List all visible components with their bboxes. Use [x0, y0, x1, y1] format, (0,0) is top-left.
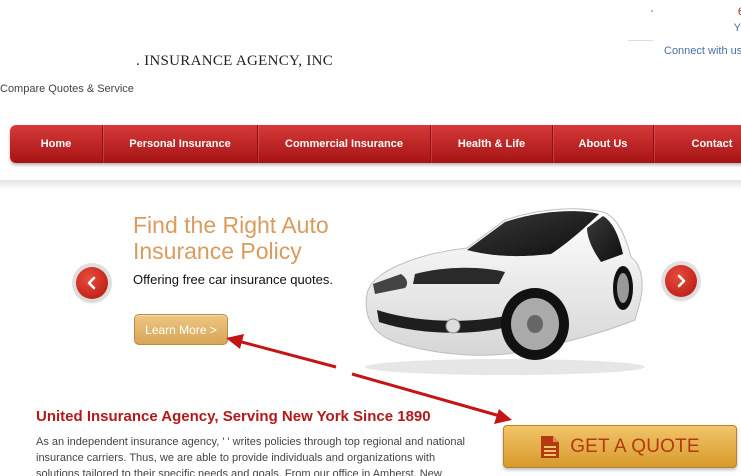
hero-headline-line2: Insurance Policy — [133, 238, 302, 264]
annotation-arrow-learn-more — [237, 339, 337, 369]
nav-health-life[interactable]: Health & Life — [431, 125, 553, 163]
hero-headline: Find the Right Auto Insurance Policy — [133, 212, 329, 264]
chevron-left-icon — [87, 276, 96, 290]
page: ' 6 Y Connect with us . INSURANCE AGENCY… — [0, 0, 741, 476]
get-a-quote-label: GET A QUOTE — [570, 435, 700, 457]
tagline: Compare Quotes & Service — [0, 83, 134, 95]
hero-top-shadow — [0, 180, 741, 190]
connect-link[interactable]: Connect with us — [664, 45, 741, 57]
nav-about-us[interactable]: About Us — [553, 125, 654, 163]
slider-next-button[interactable] — [665, 265, 697, 297]
section-title: United Insurance Agency, Serving New Yor… — [36, 408, 431, 425]
nav-commercial-insurance[interactable]: Commercial Insurance — [258, 125, 431, 163]
car-image — [365, 208, 645, 375]
learn-more-button[interactable]: Learn More > — [134, 314, 228, 345]
slider-prev-button[interactable] — [76, 267, 108, 299]
main-nav: Home Personal Insurance Commercial Insur… — [10, 125, 741, 163]
hero-headline-line1: Find the Right Auto — [133, 212, 329, 238]
intro-paragraph: As an independent insurance agency, ' ' … — [36, 436, 465, 476]
annotation-arrowhead-left — [226, 334, 244, 349]
agency-name: . INSURANCE AGENCY, INC — [136, 53, 334, 69]
chevron-right-icon — [677, 274, 686, 288]
document-icon — [541, 435, 560, 458]
get-a-quote-button[interactable]: GET A QUOTE — [503, 425, 737, 468]
hero-offer: Offering free car insurance quotes. — [133, 272, 333, 287]
annotation-arrowhead-right — [494, 409, 512, 424]
divider — [628, 40, 653, 41]
nav-personal-insurance[interactable]: Personal Insurance — [103, 125, 258, 163]
nav-contact[interactable]: Contact — [654, 125, 741, 163]
top-right-red-mark: ' — [651, 9, 653, 20]
top-right-fragment: Y — [733, 22, 741, 34]
nav-home[interactable]: Home — [10, 125, 103, 163]
